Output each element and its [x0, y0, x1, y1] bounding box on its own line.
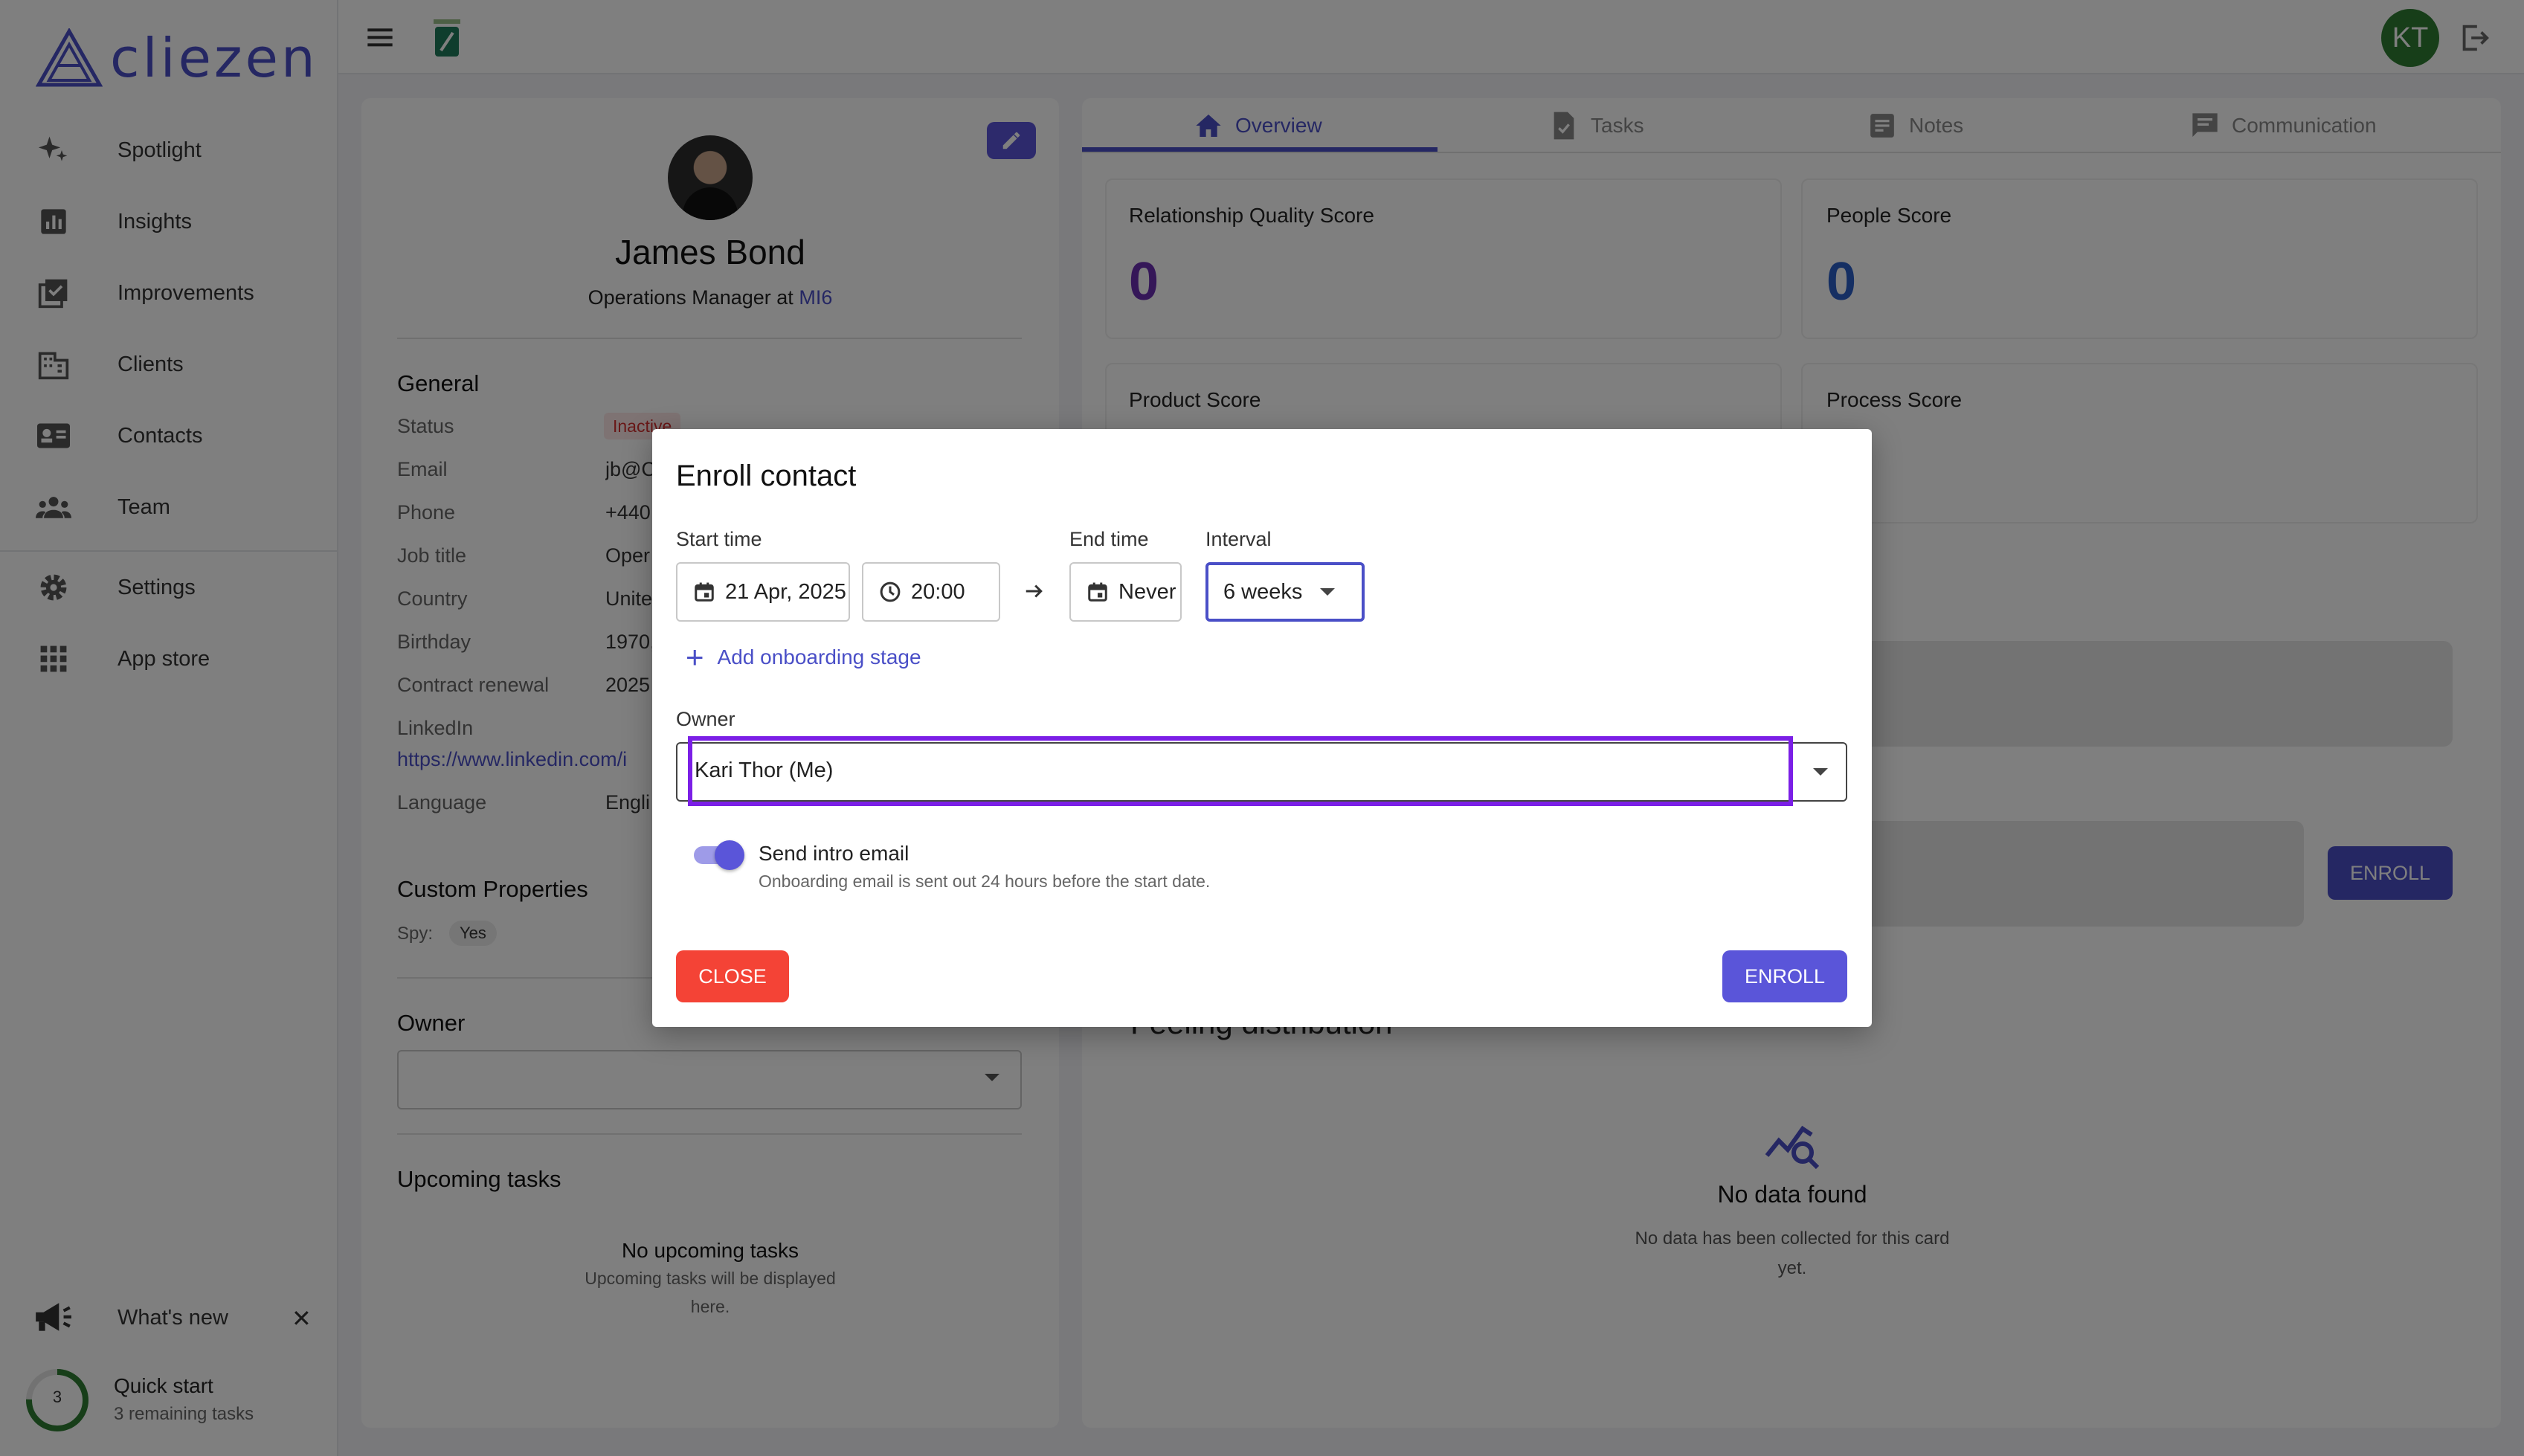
interval-label: Interval [1205, 528, 1272, 550]
enroll-button[interactable]: ENROLL [1722, 950, 1847, 1002]
enroll-contact-dialog [652, 429, 1872, 1027]
chevron-down-icon [1320, 588, 1336, 596]
start-time-field[interactable]: 20:00 [862, 562, 1000, 622]
add-stage-label: Add onboarding stage [717, 645, 921, 669]
owner-input-highlight [688, 736, 1793, 806]
send-intro-email-help: Onboarding email is sent out 24 hours be… [759, 872, 1211, 891]
start-date-field[interactable]: 21 Apr, 2025 [676, 562, 850, 622]
end-time-value: Never [1118, 579, 1176, 604]
interval-select[interactable]: 6 weeks [1205, 562, 1365, 622]
arrow-right-icon [1023, 580, 1046, 606]
start-date-value: 21 Apr, 2025 [725, 579, 846, 604]
interval-value: 6 weeks [1223, 579, 1303, 604]
send-intro-email-toggle[interactable] [691, 840, 744, 870]
chevron-down-icon [1813, 768, 1828, 776]
owner-dropdown-toggle[interactable] [1796, 744, 1845, 800]
owner-label: Owner [676, 708, 735, 730]
add-onboarding-stage-button[interactable]: + Add onboarding stage [686, 640, 921, 674]
start-time-label: Start time [676, 528, 762, 550]
owner-value[interactable]: Kari Thor (Me) [695, 758, 833, 783]
close-button[interactable]: CLOSE [676, 950, 789, 1002]
dialog-title: Enroll contact [676, 460, 857, 492]
clock-icon [875, 577, 905, 607]
send-intro-email-label: Send intro email [759, 842, 910, 865]
calendar-icon [689, 577, 719, 607]
start-time-value: 20:00 [911, 579, 965, 604]
end-time-field[interactable]: Never [1069, 562, 1182, 622]
end-time-label: End time [1069, 528, 1149, 550]
plus-icon: + [686, 640, 704, 674]
calendar-icon [1083, 577, 1113, 607]
toggle-knob [715, 840, 744, 870]
